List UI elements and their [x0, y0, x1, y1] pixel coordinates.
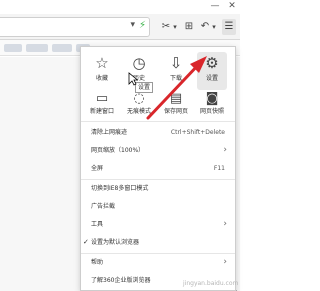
menu-settings-button[interactable]: ⚙ 设置 [197, 52, 227, 90]
menu-item-label: 全屏 [91, 165, 104, 172]
bookmark-item[interactable] [4, 44, 22, 52]
menu-grid-label: 新建窗口 [89, 108, 114, 115]
chevron-right-icon: › [223, 219, 227, 229]
address-dropdown-icon[interactable]: ▾ [130, 20, 135, 30]
bookmark-item[interactable] [52, 44, 72, 52]
chevron-right-icon: › [223, 145, 227, 155]
check-icon: ✓ [83, 238, 89, 246]
menu-item-label: 切换到IE8多窗口模式 [91, 185, 149, 192]
title-bar: — ✕ [0, 0, 240, 14]
camera-icon: ◙ [205, 91, 219, 106]
menu-item-shortcut: F11 [213, 165, 225, 172]
flash-icon[interactable]: ⚡ [139, 20, 146, 31]
mouse-cursor-icon [128, 72, 138, 86]
menu-grid-label: 保存网页 [163, 108, 188, 115]
scissors-dropdown-icon[interactable]: ▾ [171, 19, 179, 35]
apps-grid-icon[interactable]: ⊞ [183, 19, 195, 35]
menu-item-fullscreen[interactable]: 全屏 F11 [81, 161, 235, 177]
chevron-right-icon: › [223, 257, 227, 267]
main-menu: ☆ 收藏 ◷ 历史 ⇩ 下载 ⚙ 设置 ▭ 新建窗口 ◌ 无痕模式 ▤ 保存网页… [80, 46, 236, 291]
menu-save-page-button[interactable]: ▤ 保存网页 [161, 90, 191, 118]
menu-grid-label: 网页快照 [199, 108, 224, 115]
download-icon: ⇩ [169, 54, 183, 72]
gear-icon: ⚙ [205, 54, 219, 72]
menu-favorites-button[interactable]: ☆ 收藏 [87, 52, 117, 90]
address-bar[interactable]: ▾ ⚡ [0, 17, 150, 37]
new-window-icon: ▭ [95, 91, 109, 106]
menu-grid-label: 收藏 [95, 75, 108, 82]
menu-divider [81, 121, 235, 122]
menu-item-shortcut: Ctrl+Shift+Delete [170, 129, 225, 136]
watermark: jingyan.baidu.com [183, 280, 239, 287]
menu-incognito-button[interactable]: ◌ 无痕模式 [124, 90, 154, 118]
menu-item-set-default[interactable]: ✓ 设置为默认浏览器 [81, 235, 235, 251]
menu-item-label: 网页缩放（100%） [91, 147, 145, 154]
save-page-icon: ▤ [169, 91, 183, 106]
menu-grid-label: 下载 [169, 75, 182, 82]
menu-item-label: 工具 [91, 221, 104, 228]
menu-snapshot-button[interactable]: ◙ 网页快照 [197, 90, 227, 118]
menu-divider [81, 253, 235, 254]
menu-item-label: 清除上网痕迹 [91, 129, 128, 136]
bookmark-item[interactable] [26, 44, 48, 52]
menu-item-clear-traces[interactable]: 清除上网痕迹 Ctrl+Shift+Delete [81, 125, 235, 141]
close-button[interactable]: ✕ [225, 0, 239, 12]
menu-item-label: 了解360企业版浏览器 [91, 277, 151, 284]
menu-grid-label: 设置 [205, 75, 218, 82]
menu-grid-label: 无痕模式 [126, 108, 151, 115]
clock-icon: ◷ [132, 54, 146, 72]
menu-item-label: 广告拦截 [91, 203, 116, 210]
menu-downloads-button[interactable]: ⇩ 下载 [161, 52, 191, 90]
menu-item-label: 帮助 [91, 259, 104, 266]
main-menu-button[interactable]: ☰ [222, 19, 236, 35]
toolbar: ▾ ⚡ ✂ ▾ ⊞ ↶ ▾ ☰ [0, 14, 240, 40]
menu-item-zoom[interactable]: 网页缩放（100%） › [81, 143, 235, 159]
minimize-button[interactable]: — [208, 0, 222, 12]
undo-dropdown-icon[interactable]: ▾ [210, 19, 218, 35]
menu-item-tools[interactable]: 工具 › [81, 217, 235, 233]
menu-item-ad-block[interactable]: 广告拦截 [81, 199, 235, 215]
menu-item-ie8-mode[interactable]: 切换到IE8多窗口模式 [81, 181, 235, 197]
star-icon: ☆ [95, 54, 109, 72]
menu-new-window-button[interactable]: ▭ 新建窗口 [87, 90, 117, 118]
menu-item-help[interactable]: 帮助 › [81, 255, 235, 271]
menu-item-label: 设置为默认浏览器 [91, 239, 140, 246]
menu-divider [81, 179, 235, 180]
